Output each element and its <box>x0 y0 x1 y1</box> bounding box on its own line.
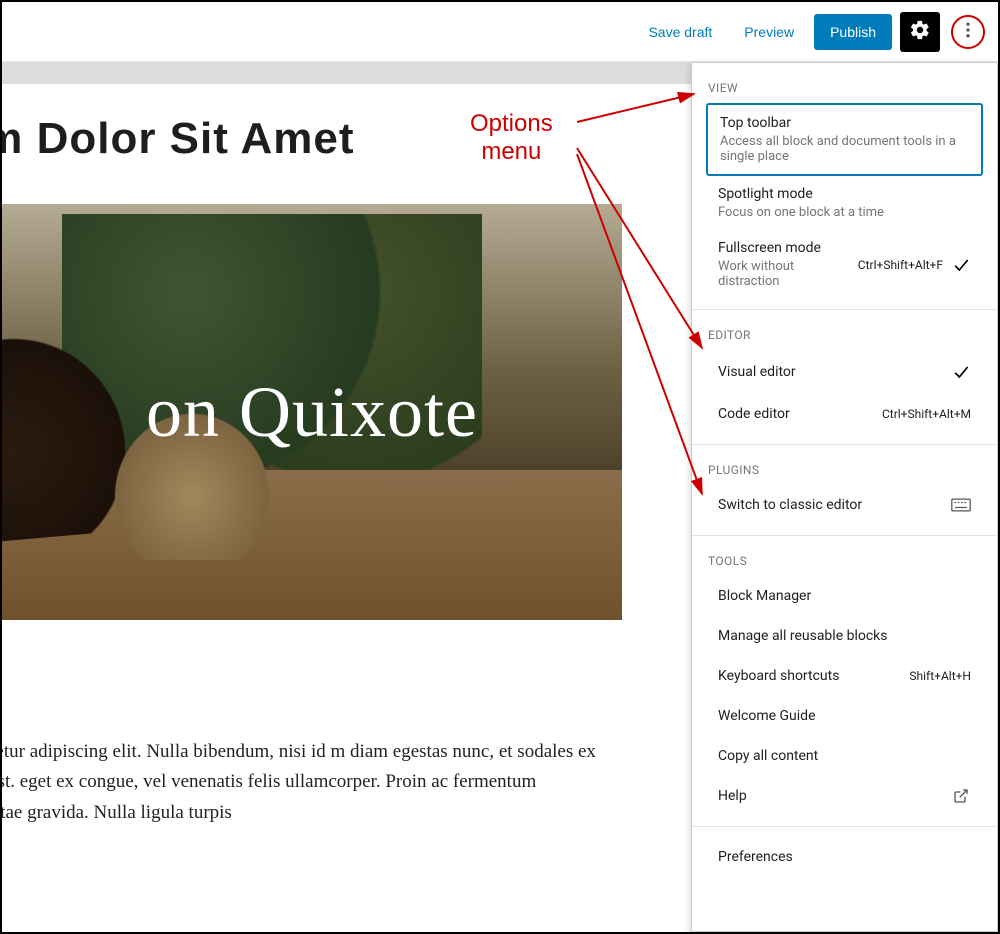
option-code-editor[interactable]: Code editor Ctrl+Shift+Alt+M <box>706 394 983 434</box>
shortcut-hint: Ctrl+Shift+Alt+F <box>858 258 943 272</box>
menu-section-plugins: PLUGINS Switch to classic editor <box>692 445 997 536</box>
option-spotlight-mode[interactable]: Spotlight mode Focus on one block at a t… <box>706 176 983 230</box>
option-desc: Work without distraction <box>718 259 850 289</box>
option-keyboard-shortcuts[interactable]: Keyboard shortcuts Shift+Alt+H <box>706 656 983 696</box>
option-title: Visual editor <box>718 364 951 380</box>
app-frame: Save draft Preview Publish psum Dolor Si… <box>0 0 1000 934</box>
menu-section-preferences: Preferences <box>692 827 997 887</box>
option-welcome-guide[interactable]: Welcome Guide <box>706 696 983 736</box>
option-top-toolbar[interactable]: Top toolbar Access all block and documen… <box>706 103 983 176</box>
option-preferences[interactable]: Preferences <box>706 837 983 877</box>
option-desc: Access all block and document tools in a… <box>720 134 969 164</box>
option-switch-classic-editor[interactable]: Switch to classic editor <box>706 485 983 525</box>
option-title: Spotlight mode <box>718 186 971 202</box>
option-desc: Focus on one block at a time <box>718 205 971 220</box>
menu-section-tools: TOOLS Block Manager Manage all reusable … <box>692 536 997 827</box>
preview-button[interactable]: Preview <box>732 16 806 48</box>
option-title: Preferences <box>718 849 971 865</box>
option-copy-all[interactable]: Copy all content <box>706 736 983 776</box>
option-title: Help <box>718 788 951 804</box>
option-title: Welcome Guide <box>718 708 971 724</box>
hero-caption[interactable]: on Quixote <box>146 371 478 454</box>
save-draft-button[interactable]: Save draft <box>636 16 724 48</box>
paragraph-block[interactable]: t amet, consectetur adipiscing elit. Nul… <box>2 737 602 828</box>
editor-header: Save draft Preview Publish <box>2 2 998 62</box>
options-menu-button[interactable] <box>948 12 988 52</box>
option-title: Block Manager <box>718 588 971 604</box>
publish-button[interactable]: Publish <box>814 14 892 50</box>
option-title: Code editor <box>718 406 882 422</box>
section-label-tools: TOOLS <box>706 546 983 576</box>
check-icon <box>951 362 971 382</box>
settings-button[interactable] <box>900 12 940 52</box>
section-label-plugins: PLUGINS <box>706 455 983 485</box>
option-title: Top toolbar <box>720 115 969 131</box>
gear-icon <box>909 19 931 44</box>
option-title: Copy all content <box>718 748 971 764</box>
section-label-editor: EDITOR <box>706 320 983 350</box>
option-help[interactable]: Help <box>706 776 983 816</box>
shortcut-hint: Shift+Alt+H <box>909 669 971 683</box>
hero-image-block[interactable]: on Quixote <box>2 204 622 620</box>
options-menu-panel: VIEW Top toolbar Access all block and do… <box>691 62 998 932</box>
option-title: Manage all reusable blocks <box>718 628 971 644</box>
check-icon <box>951 255 971 275</box>
option-title: Fullscreen mode <box>718 240 850 256</box>
option-visual-editor[interactable]: Visual editor <box>706 350 983 394</box>
option-title: Keyboard shortcuts <box>718 668 909 684</box>
options-button-holder <box>948 12 988 52</box>
external-link-icon <box>951 788 971 804</box>
keyboard-icon <box>951 498 971 512</box>
section-label-view: VIEW <box>706 73 983 103</box>
option-reusable-blocks[interactable]: Manage all reusable blocks <box>706 616 983 656</box>
shortcut-hint: Ctrl+Shift+Alt+M <box>882 407 971 421</box>
menu-section-view: VIEW Top toolbar Access all block and do… <box>692 63 997 310</box>
more-vertical-icon <box>958 20 978 43</box>
menu-section-editor: EDITOR Visual editor Code editor Ctrl+Sh… <box>692 310 997 445</box>
option-title: Switch to classic editor <box>718 497 951 513</box>
option-fullscreen-mode[interactable]: Fullscreen mode Work without distraction… <box>706 230 983 299</box>
option-block-manager[interactable]: Block Manager <box>706 576 983 616</box>
